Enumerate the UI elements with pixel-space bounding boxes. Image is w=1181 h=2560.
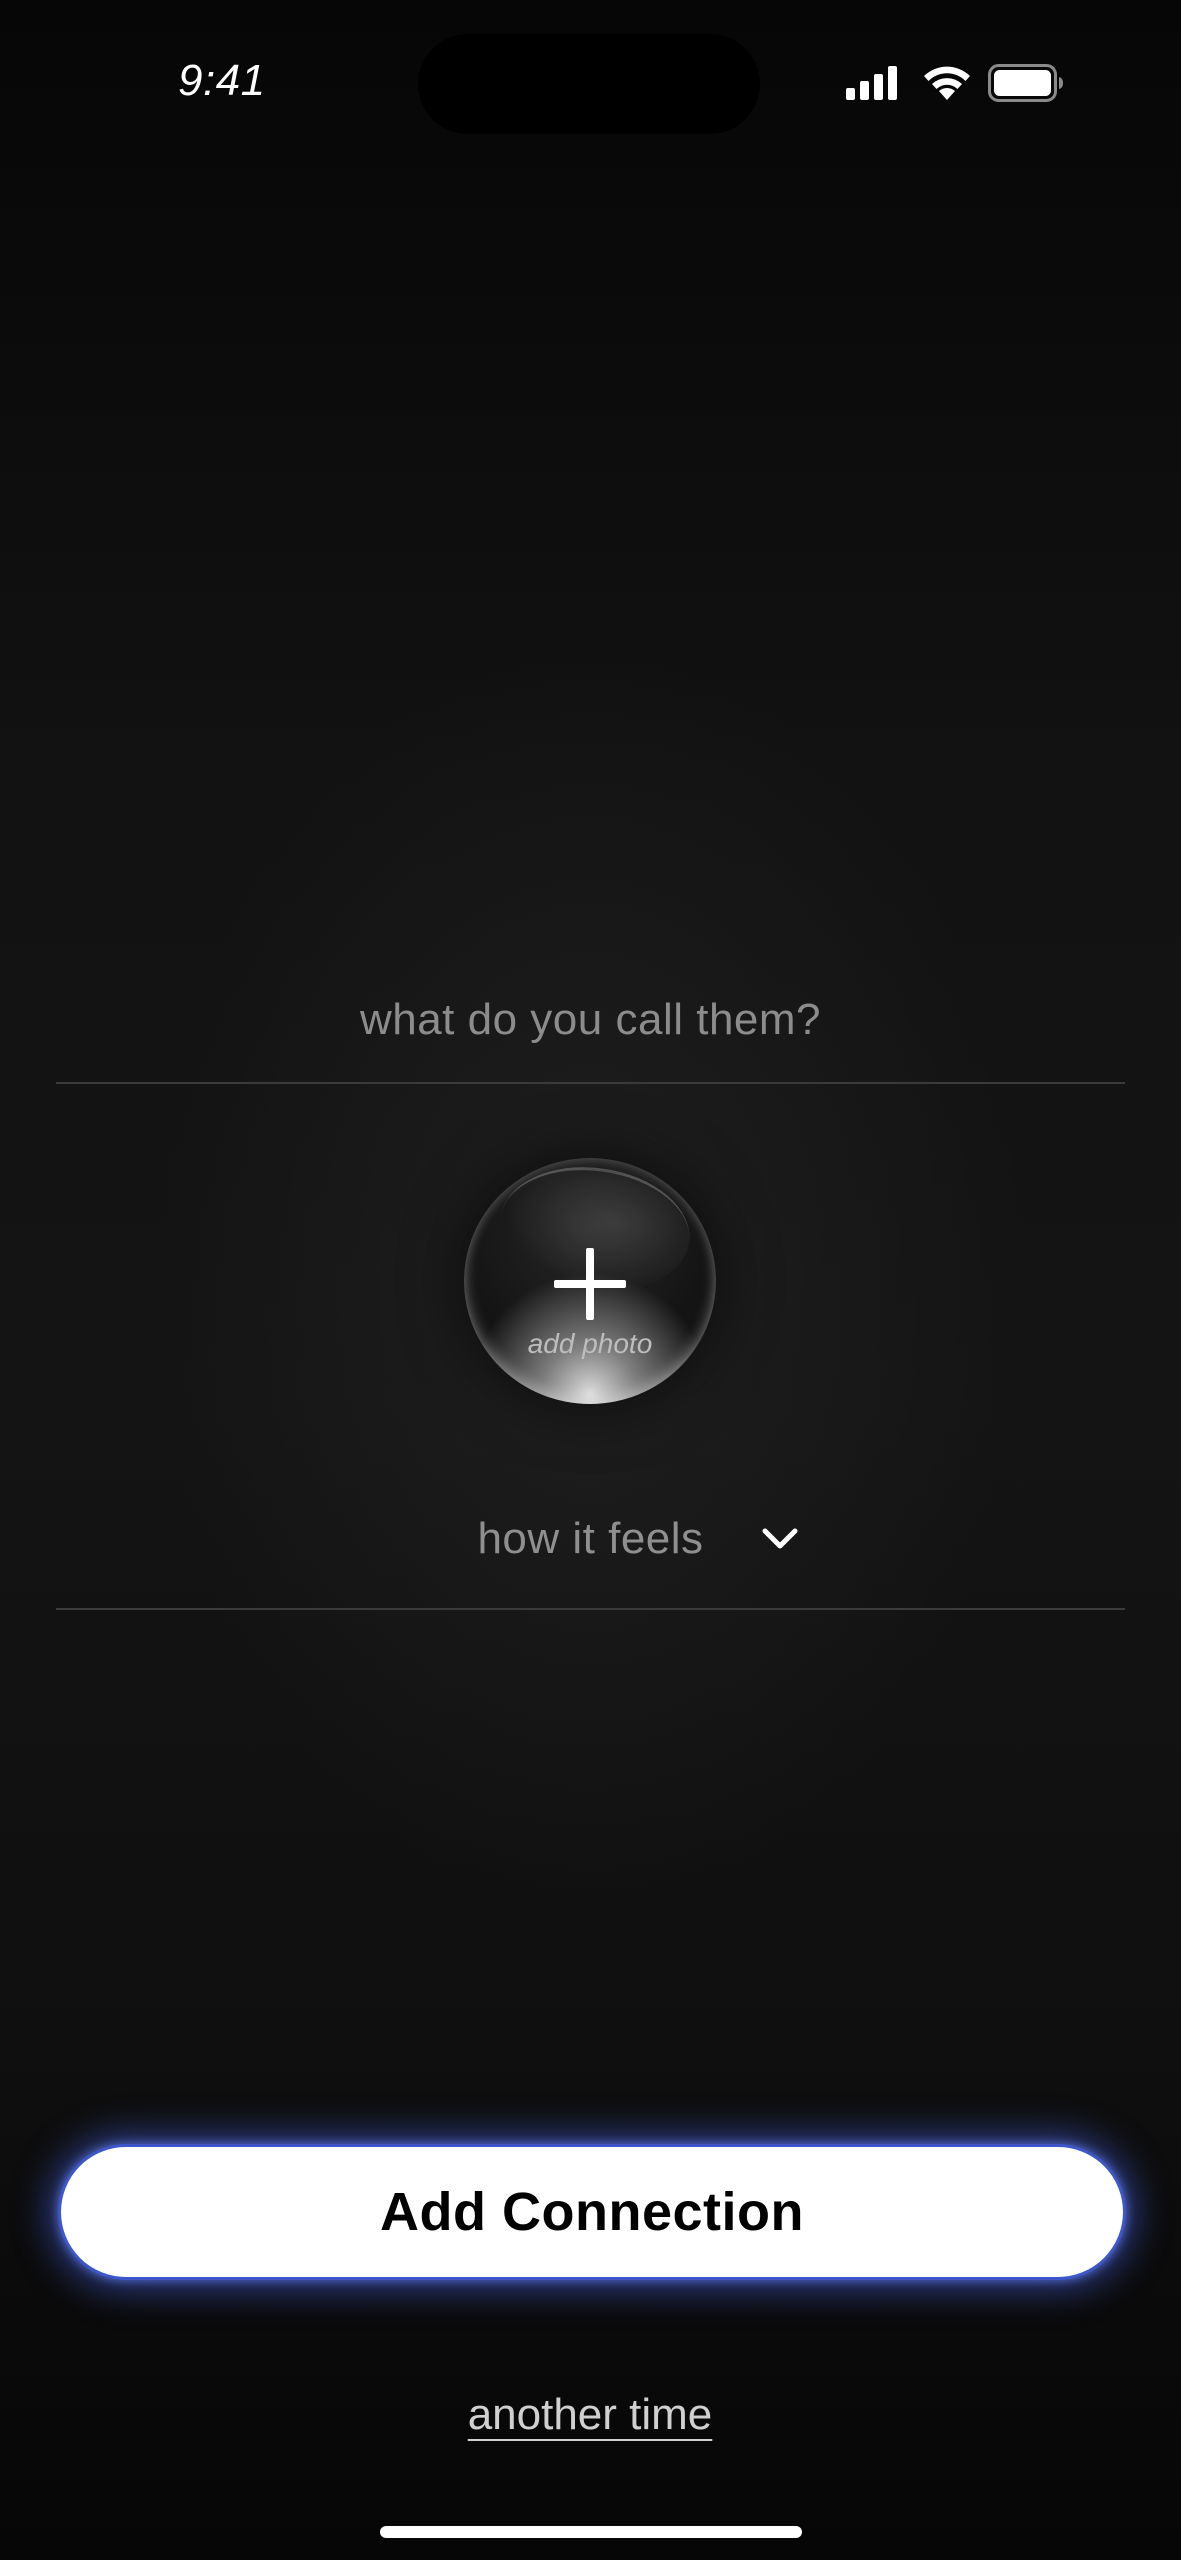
signal-icon [846, 66, 897, 100]
name-input[interactable] [56, 960, 1125, 1080]
add-photo-label: add photo [527, 1328, 653, 1359]
add-photo-button[interactable]: add photo [464, 1158, 716, 1404]
another-time-link[interactable]: another time [390, 2390, 790, 2440]
feeling-dropdown[interactable]: how it feels [56, 1484, 1125, 1604]
status-time: 9:41 [178, 56, 266, 105]
feeling-divider [56, 1608, 1125, 1610]
add-connection-button[interactable]: Add Connection [58, 2144, 1126, 2280]
name-field [56, 960, 1125, 1086]
wifi-icon [924, 66, 970, 100]
add-connection-screen: 9:41 add photo how it feels [0, 0, 1181, 2560]
name-divider [56, 1082, 1125, 1084]
battery-icon [988, 64, 1063, 102]
plus-icon [554, 1248, 626, 1320]
status-icons [846, 62, 1066, 106]
chevron-down-icon [762, 1528, 798, 1549]
feeling-placeholder: how it feels [477, 1514, 704, 1563]
dynamic-island [418, 34, 760, 134]
home-indicator [380, 2526, 802, 2538]
